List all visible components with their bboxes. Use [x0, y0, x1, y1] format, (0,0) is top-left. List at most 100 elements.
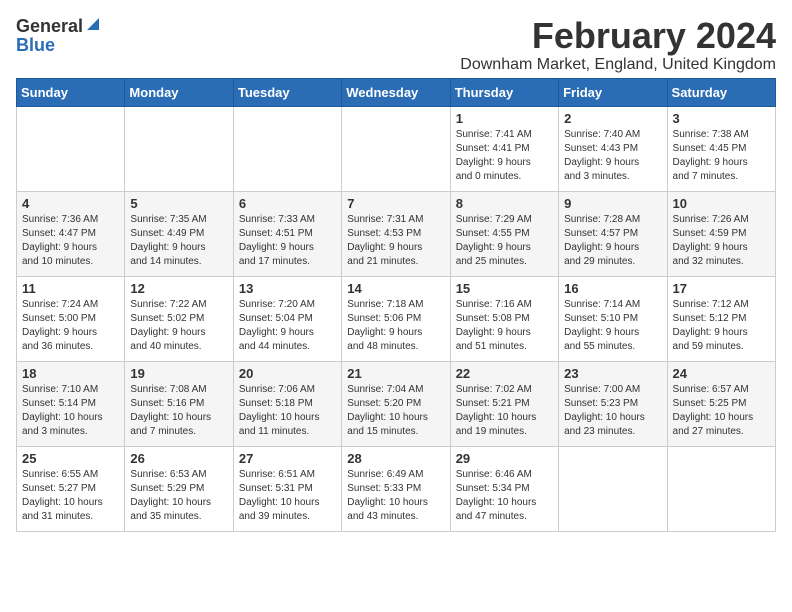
- calendar-cell: 11 Sunrise: 7:24 AM Sunset: 5:00 PM Dayli…: [17, 276, 125, 361]
- day-number: 24: [673, 366, 770, 381]
- day-info: Sunrise: 7:41 AM Sunset: 4:41 PM Dayligh…: [456, 128, 553, 184]
- day-number: 21: [347, 366, 444, 381]
- day-info: Sunrise: 7:12 AM Sunset: 5:12 PM Dayligh…: [673, 298, 770, 354]
- day-number: 27: [239, 451, 336, 466]
- calendar-cell: 27 Sunrise: 6:51 AM Sunset: 5:31 PM Dayli…: [233, 446, 341, 531]
- calendar-cell: 2 Sunrise: 7:40 AM Sunset: 4:43 PM Daylig…: [559, 106, 667, 191]
- day-number: 1: [456, 111, 553, 126]
- day-number: 4: [22, 196, 119, 211]
- day-info: Sunrise: 7:38 AM Sunset: 4:45 PM Dayligh…: [673, 128, 770, 184]
- day-info: Sunrise: 7:02 AM Sunset: 5:21 PM Dayligh…: [456, 383, 553, 439]
- calendar-cell: 5 Sunrise: 7:35 AM Sunset: 4:49 PM Daylig…: [125, 191, 233, 276]
- day-info: Sunrise: 7:36 AM Sunset: 4:47 PM Dayligh…: [22, 213, 119, 269]
- header-row: SundayMondayTuesdayWednesdayThursdayFrid…: [17, 78, 776, 106]
- calendar-cell: 18 Sunrise: 7:10 AM Sunset: 5:14 PM Dayli…: [17, 361, 125, 446]
- calendar-week-3: 11 Sunrise: 7:24 AM Sunset: 5:00 PM Dayli…: [17, 276, 776, 361]
- calendar-cell: 8Sunrise: 7:29 AM Sunset: 4:55 PM Daylig…: [450, 191, 558, 276]
- day-number: 12: [130, 281, 227, 296]
- calendar-cell: [559, 446, 667, 531]
- calendar-week-1: 1 Sunrise: 7:41 AM Sunset: 4:41 PM Daylig…: [17, 106, 776, 191]
- day-info: Sunrise: 6:46 AM Sunset: 5:34 PM Dayligh…: [456, 468, 553, 524]
- day-header-saturday: Saturday: [667, 78, 775, 106]
- calendar-week-2: 4 Sunrise: 7:36 AM Sunset: 4:47 PM Daylig…: [17, 191, 776, 276]
- calendar-cell: 20Sunrise: 7:06 AM Sunset: 5:18 PM Dayli…: [233, 361, 341, 446]
- calendar-cell: [342, 106, 450, 191]
- day-info: Sunrise: 7:16 AM Sunset: 5:08 PM Dayligh…: [456, 298, 553, 354]
- day-number: 11: [22, 281, 119, 296]
- day-number: 18: [22, 366, 119, 381]
- calendar-cell: 9 Sunrise: 7:28 AM Sunset: 4:57 PM Daylig…: [559, 191, 667, 276]
- day-info: Sunrise: 7:10 AM Sunset: 5:14 PM Dayligh…: [22, 383, 119, 439]
- calendar-cell: 12 Sunrise: 7:22 AM Sunset: 5:02 PM Dayli…: [125, 276, 233, 361]
- day-number: 13: [239, 281, 336, 296]
- calendar-cell: 29 Sunrise: 6:46 AM Sunset: 5:34 PM Dayli…: [450, 446, 558, 531]
- day-number: 16: [564, 281, 661, 296]
- day-number: 6: [239, 196, 336, 211]
- logo-triangle-icon: [85, 16, 101, 32]
- day-info: Sunrise: 7:29 AM Sunset: 4:55 PM Dayligh…: [456, 213, 553, 269]
- day-info: Sunrise: 7:28 AM Sunset: 4:57 PM Dayligh…: [564, 213, 661, 269]
- calendar-title: February 2024: [460, 16, 776, 56]
- calendar-cell: 25 Sunrise: 6:55 AM Sunset: 5:27 PM Dayli…: [17, 446, 125, 531]
- day-number: 25: [22, 451, 119, 466]
- day-info: Sunrise: 7:26 AM Sunset: 4:59 PM Dayligh…: [673, 213, 770, 269]
- calendar-cell: 13 Sunrise: 7:20 AM Sunset: 5:04 PM Dayli…: [233, 276, 341, 361]
- day-header-sunday: Sunday: [17, 78, 125, 106]
- day-number: 15: [456, 281, 553, 296]
- calendar-cell: 3 Sunrise: 7:38 AM Sunset: 4:45 PM Daylig…: [667, 106, 775, 191]
- day-header-wednesday: Wednesday: [342, 78, 450, 106]
- day-info: Sunrise: 7:22 AM Sunset: 5:02 PM Dayligh…: [130, 298, 227, 354]
- day-number: 22: [456, 366, 553, 381]
- calendar-cell: 14Sunrise: 7:18 AM Sunset: 5:06 PM Dayli…: [342, 276, 450, 361]
- day-header-friday: Friday: [559, 78, 667, 106]
- day-info: Sunrise: 7:20 AM Sunset: 5:04 PM Dayligh…: [239, 298, 336, 354]
- calendar-cell: 1 Sunrise: 7:41 AM Sunset: 4:41 PM Daylig…: [450, 106, 558, 191]
- day-number: 5: [130, 196, 227, 211]
- day-header-monday: Monday: [125, 78, 233, 106]
- day-number: 14: [347, 281, 444, 296]
- day-info: Sunrise: 6:55 AM Sunset: 5:27 PM Dayligh…: [22, 468, 119, 524]
- header: General Blue February 2024 Downham Marke…: [16, 16, 776, 74]
- calendar-table: SundayMondayTuesdayWednesdayThursdayFrid…: [16, 78, 776, 532]
- day-info: Sunrise: 6:49 AM Sunset: 5:33 PM Dayligh…: [347, 468, 444, 524]
- day-info: Sunrise: 6:57 AM Sunset: 5:25 PM Dayligh…: [673, 383, 770, 439]
- calendar-cell: 15 Sunrise: 7:16 AM Sunset: 5:08 PM Dayli…: [450, 276, 558, 361]
- day-info: Sunrise: 7:33 AM Sunset: 4:51 PM Dayligh…: [239, 213, 336, 269]
- calendar-cell: [17, 106, 125, 191]
- logo-blue: Blue: [16, 36, 55, 54]
- calendar-cell: 7 Sunrise: 7:31 AM Sunset: 4:53 PM Daylig…: [342, 191, 450, 276]
- day-number: 9: [564, 196, 661, 211]
- day-info: Sunrise: 7:24 AM Sunset: 5:00 PM Dayligh…: [22, 298, 119, 354]
- calendar-cell: [667, 446, 775, 531]
- day-number: 3: [673, 111, 770, 126]
- day-header-thursday: Thursday: [450, 78, 558, 106]
- calendar-cell: 24 Sunrise: 6:57 AM Sunset: 5:25 PM Dayli…: [667, 361, 775, 446]
- day-number: 28: [347, 451, 444, 466]
- day-info: Sunrise: 7:00 AM Sunset: 5:23 PM Dayligh…: [564, 383, 661, 439]
- day-info: Sunrise: 7:06 AM Sunset: 5:18 PM Dayligh…: [239, 383, 336, 439]
- calendar-cell: 4 Sunrise: 7:36 AM Sunset: 4:47 PM Daylig…: [17, 191, 125, 276]
- day-info: Sunrise: 7:31 AM Sunset: 4:53 PM Dayligh…: [347, 213, 444, 269]
- calendar-cell: 10 Sunrise: 7:26 AM Sunset: 4:59 PM Dayli…: [667, 191, 775, 276]
- day-info: Sunrise: 7:40 AM Sunset: 4:43 PM Dayligh…: [564, 128, 661, 184]
- day-info: Sunrise: 6:51 AM Sunset: 5:31 PM Dayligh…: [239, 468, 336, 524]
- day-info: Sunrise: 7:04 AM Sunset: 5:20 PM Dayligh…: [347, 383, 444, 439]
- calendar-week-5: 25 Sunrise: 6:55 AM Sunset: 5:27 PM Dayli…: [17, 446, 776, 531]
- calendar-cell: 23 Sunrise: 7:00 AM Sunset: 5:23 PM Dayli…: [559, 361, 667, 446]
- calendar-cell: 17Sunrise: 7:12 AM Sunset: 5:12 PM Dayli…: [667, 276, 775, 361]
- day-number: 23: [564, 366, 661, 381]
- day-info: Sunrise: 7:08 AM Sunset: 5:16 PM Dayligh…: [130, 383, 227, 439]
- logo: General Blue: [16, 16, 101, 54]
- day-number: 10: [673, 196, 770, 211]
- day-number: 29: [456, 451, 553, 466]
- day-number: 2: [564, 111, 661, 126]
- day-info: Sunrise: 7:14 AM Sunset: 5:10 PM Dayligh…: [564, 298, 661, 354]
- calendar-cell: 21 Sunrise: 7:04 AM Sunset: 5:20 PM Dayli…: [342, 361, 450, 446]
- day-header-tuesday: Tuesday: [233, 78, 341, 106]
- calendar-week-4: 18 Sunrise: 7:10 AM Sunset: 5:14 PM Dayli…: [17, 361, 776, 446]
- calendar-cell: [125, 106, 233, 191]
- day-number: 7: [347, 196, 444, 211]
- day-info: Sunrise: 7:35 AM Sunset: 4:49 PM Dayligh…: [130, 213, 227, 269]
- calendar-cell: 26Sunrise: 6:53 AM Sunset: 5:29 PM Dayli…: [125, 446, 233, 531]
- calendar-cell: [233, 106, 341, 191]
